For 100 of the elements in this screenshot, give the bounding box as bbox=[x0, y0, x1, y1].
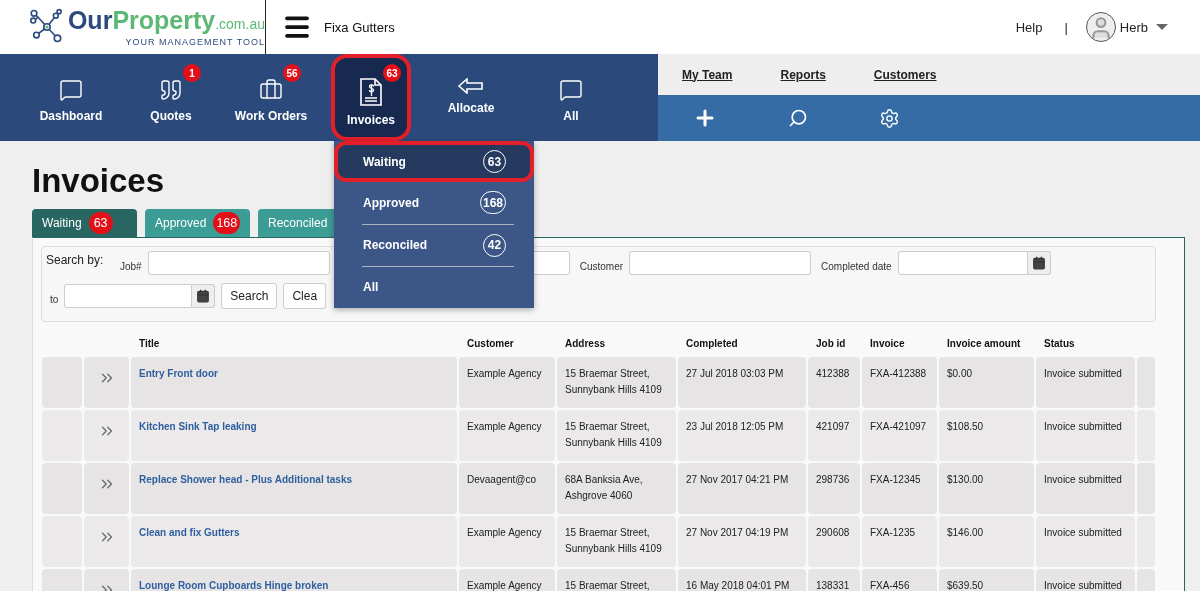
date-field[interactable] bbox=[64, 284, 193, 308]
avatar-icon[interactable] bbox=[1085, 12, 1116, 42]
table-cell: $146.00 bbox=[939, 516, 1034, 567]
table-cell: 290608 bbox=[808, 516, 860, 567]
table-cell: FXA-421097 bbox=[862, 410, 937, 461]
nav-link[interactable]: Reports bbox=[780, 67, 826, 82]
table-cell: 412388 bbox=[808, 357, 860, 408]
caret-icon[interactable] bbox=[1156, 24, 1168, 30]
nav-tab[interactable]: Invoices 63 bbox=[331, 54, 411, 141]
job-title-link[interactable]: Clean and fix Gutters bbox=[131, 516, 457, 567]
table-cell: FXA-456 bbox=[862, 569, 937, 591]
input-field[interactable] bbox=[147, 251, 330, 275]
job-title-link[interactable]: Replace Shower head - Plus Additional tasks bbox=[131, 463, 457, 514]
count-badge: 168 bbox=[479, 191, 506, 215]
column-header: Customer bbox=[466, 337, 515, 351]
count-badge: 63 bbox=[383, 64, 401, 82]
settings-icon bbox=[879, 107, 900, 129]
briefcase-icon bbox=[259, 78, 283, 102]
field-label: to bbox=[50, 293, 59, 305]
speech-bubble-icon bbox=[59, 78, 83, 102]
table-cell: Invoice submitted bbox=[1036, 463, 1135, 514]
table-cell: 15 Braemar Street, Sunnybank Hills 4109 bbox=[557, 410, 676, 461]
input-field[interactable] bbox=[629, 251, 812, 275]
table-cell: FXA-12345 bbox=[862, 463, 937, 514]
table-cell: 15 Braemar Street, Sunnybank Hills 4109 bbox=[557, 516, 676, 567]
search-icon bbox=[788, 108, 808, 128]
speech-bubble-icon bbox=[559, 78, 583, 102]
table-cell: 23 Jul 2018 12:05 PM bbox=[678, 410, 806, 461]
search-form-button[interactable]: Clea bbox=[283, 283, 327, 309]
table-cell: $639.50 bbox=[939, 569, 1034, 591]
quote-icon bbox=[159, 78, 183, 102]
search-form-button[interactable]: Search bbox=[221, 283, 278, 309]
search-heading: Search by: bbox=[46, 253, 105, 267]
table-cell: Invoice submitted bbox=[1036, 569, 1135, 591]
count-badge: 56 bbox=[283, 64, 301, 82]
table-cell: Example Agency bbox=[459, 357, 555, 408]
table-cell: 15 Braemar Street, Sunnybank Hills 4109 bbox=[557, 357, 676, 408]
column-header: Title bbox=[138, 337, 161, 351]
count-badge: 63 bbox=[88, 212, 113, 234]
table-cell: $0.00 bbox=[939, 357, 1034, 408]
table-cell: FXA-412388 bbox=[862, 357, 937, 408]
nav-tab[interactable]: Allocate bbox=[421, 54, 521, 141]
table-cell: Example Agency bbox=[459, 410, 555, 461]
table-cell: Invoice submitted bbox=[1036, 516, 1135, 567]
nav-tab[interactable]: Dashboard bbox=[21, 54, 121, 141]
nav-tab[interactable]: Quotes 1 bbox=[121, 54, 221, 141]
left-arrow-icon bbox=[458, 78, 484, 94]
table-cell: 27 Nov 2017 04:21 PM bbox=[678, 463, 806, 514]
job-title-link[interactable]: Kitchen Sink Tap leaking bbox=[131, 410, 457, 461]
calendar-button[interactable] bbox=[192, 284, 216, 308]
status-tab[interactable]: Approved 168 bbox=[145, 209, 250, 237]
calendar-button[interactable] bbox=[1027, 251, 1051, 275]
nav-tab[interactable]: All bbox=[521, 54, 621, 141]
table-cell: FXA-1235 bbox=[862, 516, 937, 567]
column-header: Invoice amount bbox=[946, 337, 1022, 351]
nav-tab[interactable]: Work Orders 56 bbox=[221, 54, 321, 141]
table-cell: Invoice submitted bbox=[1036, 357, 1135, 408]
status-tab[interactable]: Waiting 63 bbox=[32, 209, 137, 237]
column-header: Address bbox=[564, 337, 606, 351]
column-header: Status bbox=[1043, 337, 1076, 351]
nav-link[interactable]: Customers bbox=[873, 67, 937, 82]
table-cell: 138331 bbox=[808, 569, 860, 591]
table-cell: 298736 bbox=[808, 463, 860, 514]
date-field[interactable] bbox=[897, 251, 1028, 275]
field-label: Customer bbox=[579, 260, 624, 272]
table-cell: 27 Jul 2018 03:03 PM bbox=[678, 357, 806, 408]
nav-link[interactable]: My Team bbox=[682, 67, 733, 82]
count-badge: 168 bbox=[213, 212, 241, 234]
separator-text: | bbox=[1064, 19, 1068, 35]
invoice-icon bbox=[360, 78, 382, 106]
calendar-icon bbox=[196, 289, 211, 303]
table-cell: Invoice submitted bbox=[1036, 410, 1135, 461]
table-cell: 27 Nov 2017 04:19 PM bbox=[678, 516, 806, 567]
job-title-link[interactable]: Entry Front door bbox=[131, 357, 457, 408]
table-cell: Example Agency bbox=[459, 569, 555, 591]
table-cell: 16 May 2018 04:01 PM bbox=[678, 569, 806, 591]
search-button[interactable] bbox=[788, 108, 808, 128]
table-cell: 68A Banksia Ave, Ashgrove 4060 bbox=[557, 463, 676, 514]
calendar-icon bbox=[1031, 256, 1046, 270]
field-label: Job# bbox=[120, 260, 142, 272]
company-name: Fixa Gutters bbox=[324, 19, 395, 35]
settings-button[interactable] bbox=[879, 107, 900, 129]
field-label: Completed date bbox=[821, 260, 892, 272]
help-link[interactable]: Help bbox=[1015, 19, 1043, 35]
menu-item[interactable]: Waiting 63 bbox=[334, 141, 534, 183]
table-cell: 15 Braemar Street, bbox=[557, 569, 676, 591]
table-cell: Example Agency bbox=[459, 516, 555, 567]
column-header: Invoice bbox=[869, 337, 906, 351]
column-header: Job id bbox=[815, 337, 847, 351]
column-header: Completed bbox=[685, 337, 739, 351]
table-cell: $108.50 bbox=[939, 410, 1034, 461]
table-cell: 421097 bbox=[808, 410, 860, 461]
menu-item[interactable]: All bbox=[334, 266, 534, 308]
logo-tagline: YOUR MANAGEMENT TOOL bbox=[125, 37, 265, 47]
user-name[interactable]: Herb bbox=[1119, 19, 1148, 35]
count-badge: 1 bbox=[183, 64, 201, 82]
job-title-link[interactable]: Lounge Room Cupboards Hinge broken bbox=[131, 569, 457, 591]
logo-wordmark: OurProperty.com.au bbox=[67, 7, 265, 36]
table-cell: Devaagent@co bbox=[459, 463, 555, 514]
table-cell: $130.00 bbox=[939, 463, 1034, 514]
